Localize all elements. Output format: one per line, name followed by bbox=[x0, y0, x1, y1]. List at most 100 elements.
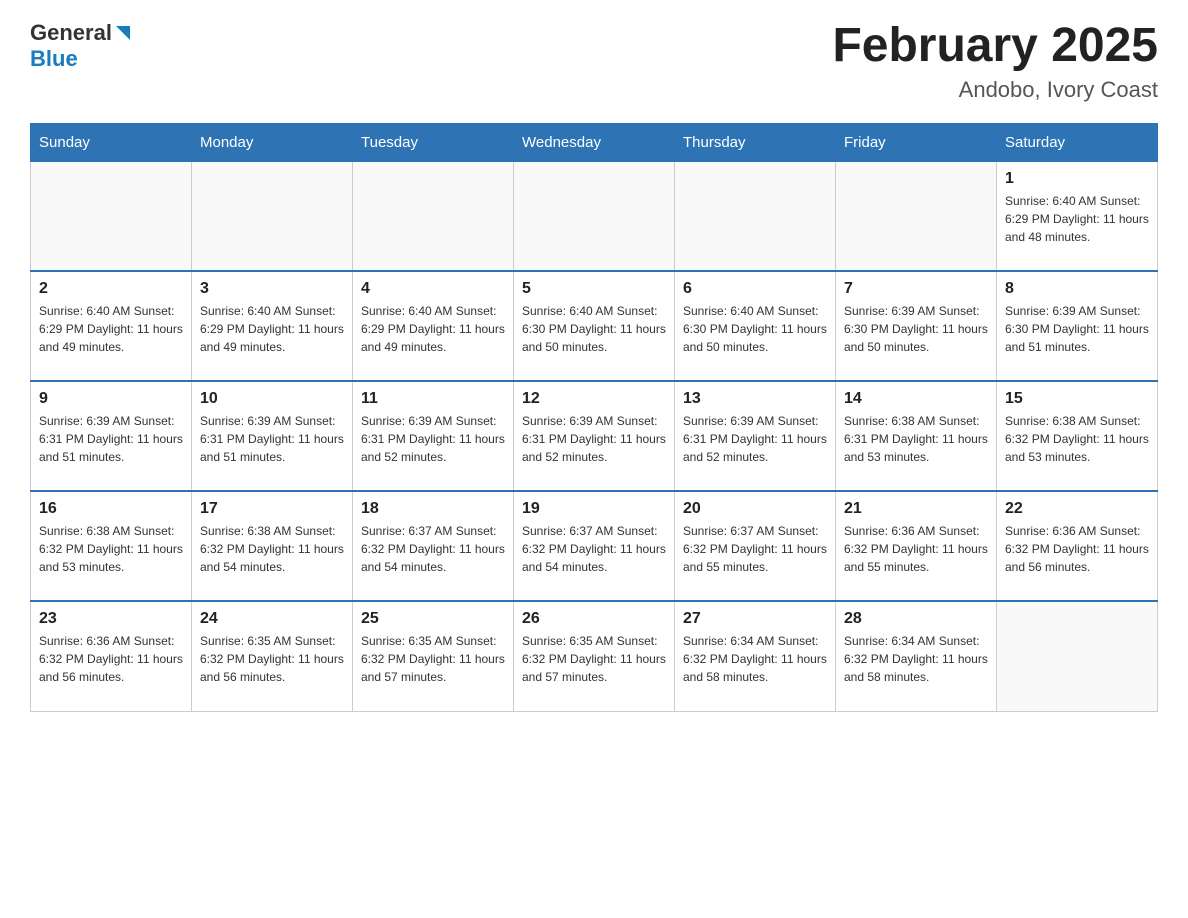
day-number: 17 bbox=[200, 500, 344, 518]
day-number: 22 bbox=[1005, 500, 1149, 518]
table-row: 17 Sunrise: 6:38 AM Sunset: 6:32 PM Dayli… bbox=[192, 491, 353, 601]
table-row: 18 Sunrise: 6:37 AM Sunset: 6:32 PM Dayli… bbox=[353, 491, 514, 601]
day-info: Sunrise: 6:36 AM Sunset: 6:32 PM Dayligh… bbox=[39, 632, 183, 686]
day-number: 6 bbox=[683, 280, 827, 298]
day-number: 15 bbox=[1005, 390, 1149, 408]
calendar-table: Sunday Monday Tuesday Wednesday Thursday… bbox=[30, 123, 1158, 712]
day-info: Sunrise: 6:40 AM Sunset: 6:29 PM Dayligh… bbox=[1005, 192, 1149, 246]
day-info: Sunrise: 6:40 AM Sunset: 6:30 PM Dayligh… bbox=[522, 302, 666, 356]
table-row: 7 Sunrise: 6:39 AM Sunset: 6:30 PM Daylig… bbox=[836, 271, 997, 381]
table-row: 12 Sunrise: 6:39 AM Sunset: 6:31 PM Dayli… bbox=[514, 381, 675, 491]
day-info: Sunrise: 6:39 AM Sunset: 6:31 PM Dayligh… bbox=[39, 412, 183, 466]
day-number: 5 bbox=[522, 280, 666, 298]
calendar-row: 2 Sunrise: 6:40 AM Sunset: 6:29 PM Daylig… bbox=[31, 271, 1158, 381]
day-number: 3 bbox=[200, 280, 344, 298]
location-title: Andobo, Ivory Coast bbox=[832, 77, 1158, 103]
day-info: Sunrise: 6:35 AM Sunset: 6:32 PM Dayligh… bbox=[361, 632, 505, 686]
day-number: 16 bbox=[39, 500, 183, 518]
header-saturday: Saturday bbox=[997, 123, 1158, 161]
day-number: 14 bbox=[844, 390, 988, 408]
table-row bbox=[353, 161, 514, 271]
header-friday: Friday bbox=[836, 123, 997, 161]
day-number: 23 bbox=[39, 610, 183, 628]
day-number: 9 bbox=[39, 390, 183, 408]
header-monday: Monday bbox=[192, 123, 353, 161]
day-info: Sunrise: 6:39 AM Sunset: 6:30 PM Dayligh… bbox=[844, 302, 988, 356]
day-number: 10 bbox=[200, 390, 344, 408]
day-info: Sunrise: 6:37 AM Sunset: 6:32 PM Dayligh… bbox=[522, 522, 666, 576]
day-info: Sunrise: 6:40 AM Sunset: 6:29 PM Dayligh… bbox=[39, 302, 183, 356]
logo-blue-text: Blue bbox=[30, 46, 78, 71]
logo-triangle-icon bbox=[112, 22, 134, 44]
day-info: Sunrise: 6:34 AM Sunset: 6:32 PM Dayligh… bbox=[683, 632, 827, 686]
logo-general-text: General bbox=[30, 20, 112, 46]
calendar-row: 16 Sunrise: 6:38 AM Sunset: 6:32 PM Dayli… bbox=[31, 491, 1158, 601]
table-row: 19Sunrise: 6:37 AM Sunset: 6:32 PM Dayli… bbox=[514, 491, 675, 601]
table-row bbox=[675, 161, 836, 271]
day-number: 28 bbox=[844, 610, 988, 628]
day-info: Sunrise: 6:35 AM Sunset: 6:32 PM Dayligh… bbox=[200, 632, 344, 686]
table-row: 9 Sunrise: 6:39 AM Sunset: 6:31 PM Daylig… bbox=[31, 381, 192, 491]
day-info: Sunrise: 6:34 AM Sunset: 6:32 PM Dayligh… bbox=[844, 632, 988, 686]
table-row: 27 Sunrise: 6:34 AM Sunset: 6:32 PM Dayli… bbox=[675, 601, 836, 711]
table-row bbox=[31, 161, 192, 271]
day-info: Sunrise: 6:40 AM Sunset: 6:29 PM Dayligh… bbox=[200, 302, 344, 356]
day-info: Sunrise: 6:38 AM Sunset: 6:32 PM Dayligh… bbox=[1005, 412, 1149, 466]
table-row bbox=[997, 601, 1158, 711]
day-number: 20 bbox=[683, 500, 827, 518]
day-info: Sunrise: 6:39 AM Sunset: 6:31 PM Dayligh… bbox=[683, 412, 827, 466]
table-row: 1 Sunrise: 6:40 AM Sunset: 6:29 PM Daylig… bbox=[997, 161, 1158, 271]
day-number: 11 bbox=[361, 390, 505, 408]
day-number: 12 bbox=[522, 390, 666, 408]
day-number: 18 bbox=[361, 500, 505, 518]
logo: General Blue bbox=[30, 20, 134, 72]
table-row: 14 Sunrise: 6:38 AM Sunset: 6:31 PM Dayli… bbox=[836, 381, 997, 491]
calendar-header-row: Sunday Monday Tuesday Wednesday Thursday… bbox=[31, 123, 1158, 161]
header-tuesday: Tuesday bbox=[353, 123, 514, 161]
header-thursday: Thursday bbox=[675, 123, 836, 161]
day-number: 25 bbox=[361, 610, 505, 628]
day-info: Sunrise: 6:40 AM Sunset: 6:30 PM Dayligh… bbox=[683, 302, 827, 356]
day-info: Sunrise: 6:40 AM Sunset: 6:29 PM Dayligh… bbox=[361, 302, 505, 356]
day-info: Sunrise: 6:39 AM Sunset: 6:31 PM Dayligh… bbox=[200, 412, 344, 466]
day-info: Sunrise: 6:38 AM Sunset: 6:31 PM Dayligh… bbox=[844, 412, 988, 466]
month-title: February 2025 bbox=[832, 20, 1158, 73]
calendar-row: 23 Sunrise: 6:36 AM Sunset: 6:32 PM Dayli… bbox=[31, 601, 1158, 711]
table-row: 11 Sunrise: 6:39 AM Sunset: 6:31 PM Dayli… bbox=[353, 381, 514, 491]
table-row: 21 Sunrise: 6:36 AM Sunset: 6:32 PM Dayli… bbox=[836, 491, 997, 601]
table-row: 28 Sunrise: 6:34 AM Sunset: 6:32 PM Dayli… bbox=[836, 601, 997, 711]
day-info: Sunrise: 6:36 AM Sunset: 6:32 PM Dayligh… bbox=[844, 522, 988, 576]
table-row: 22 Sunrise: 6:36 AM Sunset: 6:32 PM Dayli… bbox=[997, 491, 1158, 601]
table-row: 6 Sunrise: 6:40 AM Sunset: 6:30 PM Daylig… bbox=[675, 271, 836, 381]
table-row: 20Sunrise: 6:37 AM Sunset: 6:32 PM Dayli… bbox=[675, 491, 836, 601]
title-section: February 2025 Andobo, Ivory Coast bbox=[832, 20, 1158, 103]
table-row: 10 Sunrise: 6:39 AM Sunset: 6:31 PM Dayli… bbox=[192, 381, 353, 491]
day-info: Sunrise: 6:38 AM Sunset: 6:32 PM Dayligh… bbox=[200, 522, 344, 576]
table-row: 8Sunrise: 6:39 AM Sunset: 6:30 PM Daylig… bbox=[997, 271, 1158, 381]
day-number: 1 bbox=[1005, 170, 1149, 188]
day-info: Sunrise: 6:39 AM Sunset: 6:30 PM Dayligh… bbox=[1005, 302, 1149, 356]
day-number: 24 bbox=[200, 610, 344, 628]
header-sunday: Sunday bbox=[31, 123, 192, 161]
table-row: 23 Sunrise: 6:36 AM Sunset: 6:32 PM Dayli… bbox=[31, 601, 192, 711]
table-row: 13Sunrise: 6:39 AM Sunset: 6:31 PM Dayli… bbox=[675, 381, 836, 491]
day-number: 27 bbox=[683, 610, 827, 628]
table-row bbox=[514, 161, 675, 271]
day-number: 21 bbox=[844, 500, 988, 518]
table-row bbox=[192, 161, 353, 271]
table-row: 24 Sunrise: 6:35 AM Sunset: 6:32 PM Dayli… bbox=[192, 601, 353, 711]
day-number: 7 bbox=[844, 280, 988, 298]
day-info: Sunrise: 6:36 AM Sunset: 6:32 PM Dayligh… bbox=[1005, 522, 1149, 576]
day-info: Sunrise: 6:39 AM Sunset: 6:31 PM Dayligh… bbox=[522, 412, 666, 466]
table-row: 2 Sunrise: 6:40 AM Sunset: 6:29 PM Daylig… bbox=[31, 271, 192, 381]
day-info: Sunrise: 6:37 AM Sunset: 6:32 PM Dayligh… bbox=[361, 522, 505, 576]
day-number: 26 bbox=[522, 610, 666, 628]
calendar-row: 9 Sunrise: 6:39 AM Sunset: 6:31 PM Daylig… bbox=[31, 381, 1158, 491]
table-row: 16 Sunrise: 6:38 AM Sunset: 6:32 PM Dayli… bbox=[31, 491, 192, 601]
table-row: 15 Sunrise: 6:38 AM Sunset: 6:32 PM Dayli… bbox=[997, 381, 1158, 491]
day-info: Sunrise: 6:38 AM Sunset: 6:32 PM Dayligh… bbox=[39, 522, 183, 576]
day-info: Sunrise: 6:39 AM Sunset: 6:31 PM Dayligh… bbox=[361, 412, 505, 466]
table-row: 3 Sunrise: 6:40 AM Sunset: 6:29 PM Daylig… bbox=[192, 271, 353, 381]
table-row: 26Sunrise: 6:35 AM Sunset: 6:32 PM Dayli… bbox=[514, 601, 675, 711]
day-number: 2 bbox=[39, 280, 183, 298]
